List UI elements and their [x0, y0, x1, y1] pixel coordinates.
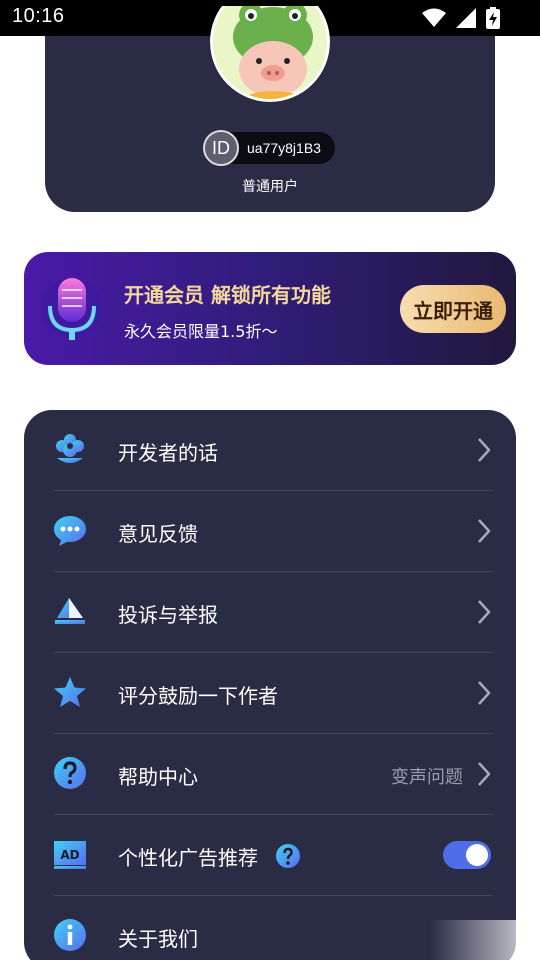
- open-vip-button[interactable]: 立即开通: [400, 285, 506, 333]
- chevron-right-icon: [478, 438, 491, 462]
- watermark: [430, 920, 540, 960]
- menu-item-about-us[interactable]: 关于我们: [53, 896, 493, 960]
- menu-label: 意见反馈: [118, 522, 198, 546]
- profile-card: ID ua77y8j1B3 普通用户: [45, 6, 495, 212]
- question-icon[interactable]: [275, 843, 301, 869]
- personalized-ads-toggle[interactable]: [443, 841, 491, 869]
- info-icon: [54, 919, 86, 951]
- pig-frog-avatar-icon: [210, 6, 330, 102]
- svg-text:AD: AD: [60, 848, 79, 862]
- menu-item-developer-words[interactable]: 开发者的话: [53, 410, 493, 491]
- menu-item-report[interactable]: 投诉与举报: [53, 572, 493, 653]
- menu-label: 个性化广告推荐: [118, 846, 258, 870]
- report-icon: [55, 598, 85, 624]
- star-icon: [54, 677, 86, 707]
- user-id-pill[interactable]: ID ua77y8j1B3: [203, 130, 335, 166]
- menu-label: 关于我们: [118, 927, 198, 951]
- status-icons: [422, 7, 500, 29]
- battery-charging-icon: [486, 7, 500, 29]
- menu-label: 开发者的话: [118, 441, 218, 465]
- chevron-right-icon: [478, 681, 491, 705]
- ad-icon: AD: [54, 841, 86, 869]
- vip-banner[interactable]: 开通会员 解锁所有功能 永久会员限量1.5折～ 立即开通: [24, 252, 516, 365]
- menu-card: 开发者的话 意见反馈 投诉与举报 评分鼓励一下作者 帮助中心 变声问题 AD 个…: [24, 410, 516, 960]
- menu-label: 投诉与举报: [118, 603, 218, 627]
- user-id: ua77y8j1B3: [247, 140, 321, 156]
- menu-item-feedback[interactable]: 意见反馈: [53, 491, 493, 572]
- chevron-right-icon: [478, 762, 491, 786]
- user-type-label: 普通用户: [242, 179, 298, 195]
- chat-bubble-icon: [54, 516, 86, 546]
- avatar[interactable]: [210, 6, 330, 102]
- flower-icon: [56, 434, 84, 463]
- help-topic-label: 变声问题: [391, 767, 463, 788]
- menu-item-help-center[interactable]: 帮助中心 变声问题: [53, 734, 493, 815]
- signal-icon: [456, 8, 476, 28]
- toggle-knob: [466, 844, 488, 866]
- microphone-icon: [42, 278, 102, 340]
- menu-label: 评分鼓励一下作者: [118, 684, 278, 708]
- menu-item-personalized-ads: AD 个性化广告推荐: [53, 815, 493, 896]
- chevron-right-icon: [478, 519, 491, 543]
- vip-title: 开通会员 解锁所有功能: [124, 283, 331, 307]
- id-badge: ID: [203, 130, 239, 166]
- vip-subtitle: 永久会员限量1.5折～: [124, 322, 278, 341]
- status-time: 10:16: [12, 5, 65, 27]
- menu-item-rate-author[interactable]: 评分鼓励一下作者: [53, 653, 493, 734]
- question-icon: [54, 757, 86, 789]
- wifi-icon: [422, 8, 446, 27]
- chevron-right-icon: [478, 600, 491, 624]
- menu-label: 帮助中心: [118, 765, 198, 789]
